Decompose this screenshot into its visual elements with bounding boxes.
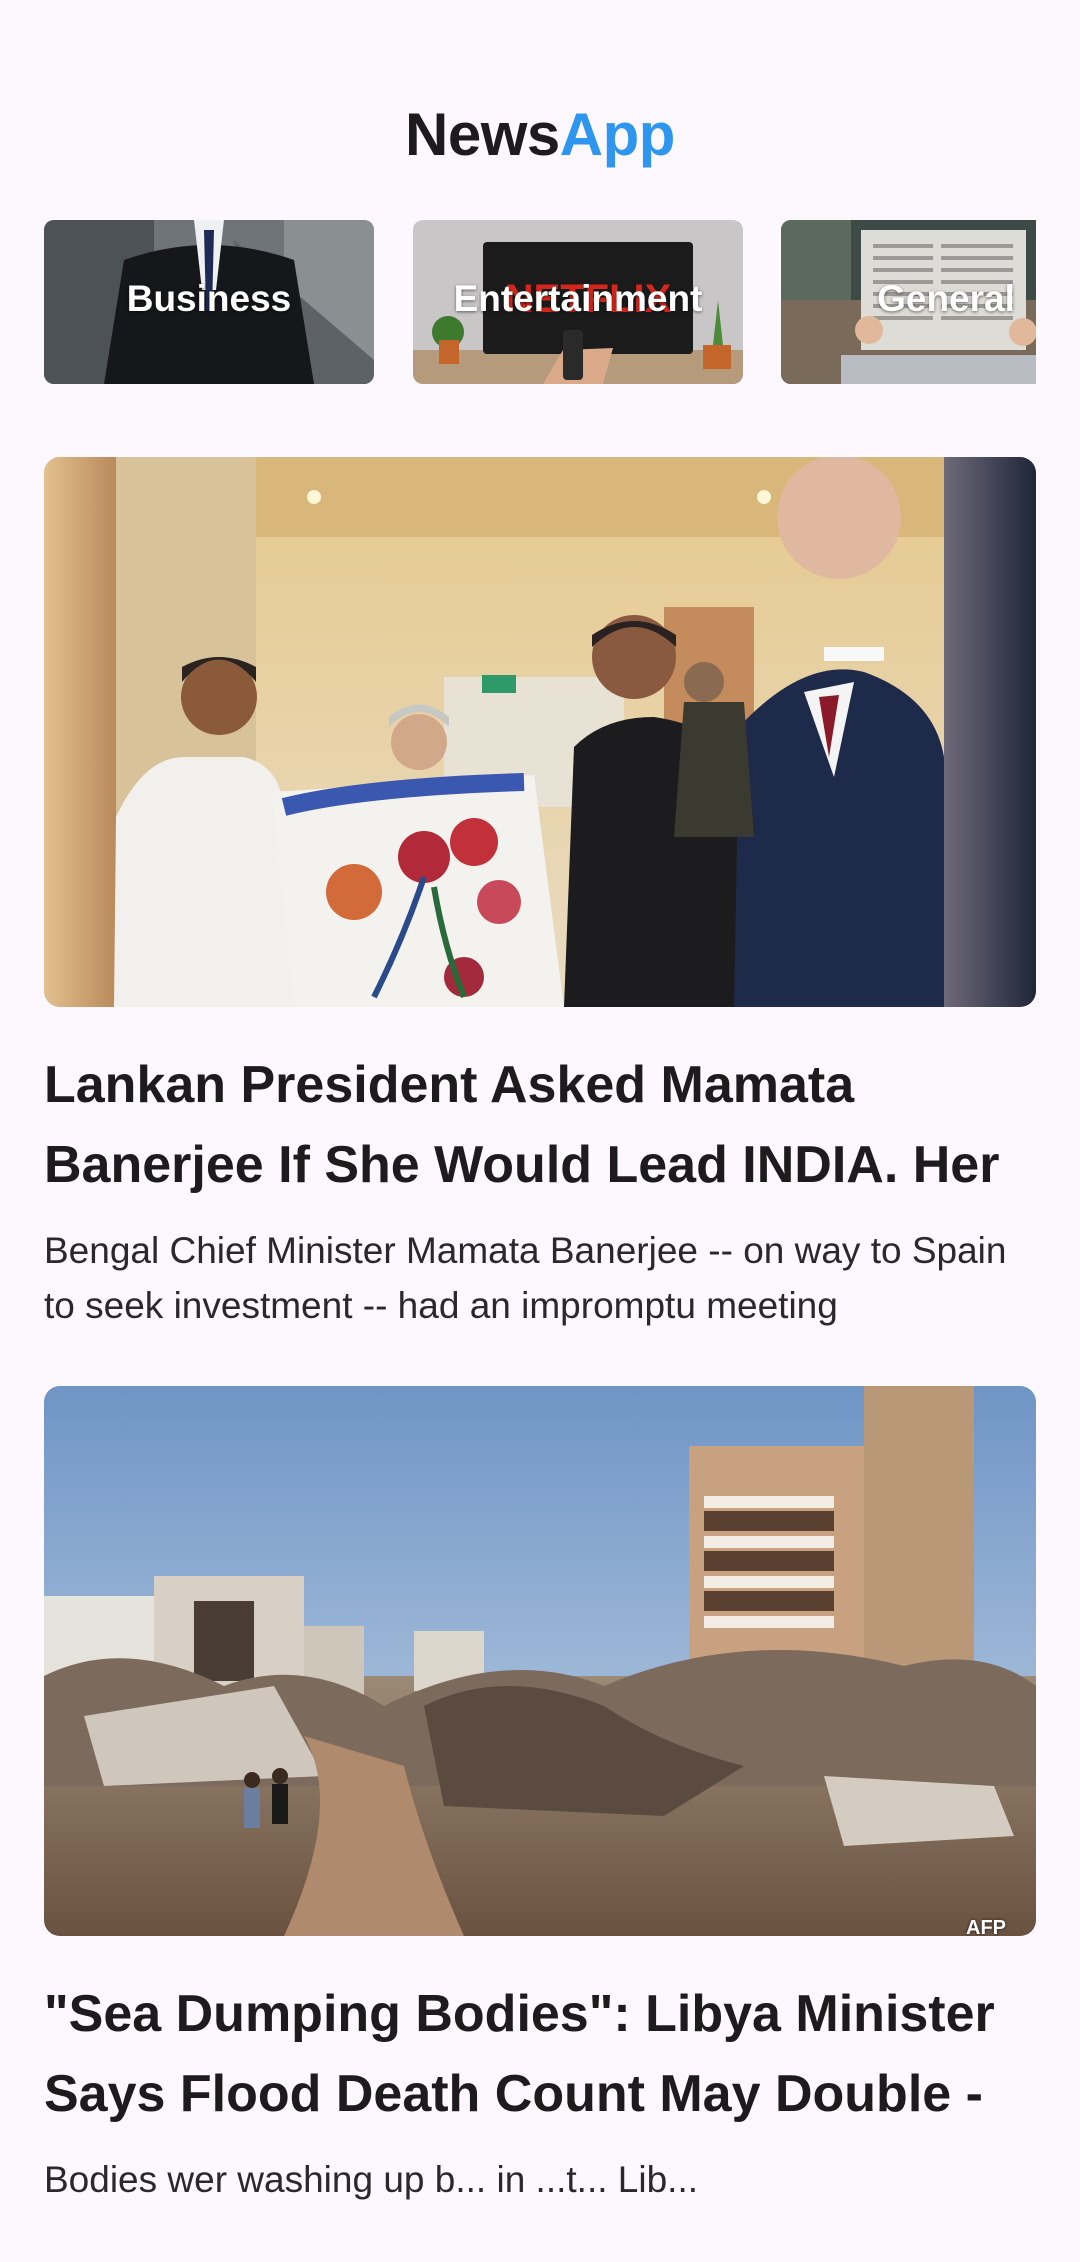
category-card-entertainment[interactable]: NETFLIX Entertainment <box>413 220 743 384</box>
app-title-app: App <box>559 101 676 168</box>
article-photo <box>44 1386 1036 1936</box>
category-label: Entertainment <box>453 278 703 319</box>
category-list: Business NETFLIX Entertainment General <box>44 220 1036 384</box>
status-bar <box>0 0 1080 64</box>
article-title[interactable]: Lankan President Asked Mamata Banerjee I… <box>44 1045 1036 1205</box>
category-card-general[interactable]: General <box>781 220 1036 384</box>
article-title[interactable]: "Sea Dumping Bodies": Libya Minister Say… <box>44 1974 1036 2134</box>
article-image[interactable]: AFP <box>44 1386 1036 1936</box>
image-credit: AFP <box>966 1917 1006 1936</box>
article-card[interactable]: AFP "Sea Dumping Bodies": Libya Minister… <box>44 1386 1036 2262</box>
app-title-news: News <box>405 101 560 168</box>
category-label: Business <box>126 278 292 319</box>
category-label: General <box>877 278 1015 319</box>
app-title: NewsApp <box>0 100 1080 169</box>
article-image[interactable] <box>44 457 1036 1007</box>
article-card[interactable]: Lankan President Asked Mamata Banerjee I… <box>44 457 1036 1333</box>
category-card-business[interactable]: Business <box>44 220 374 384</box>
article-photo <box>44 457 1036 1007</box>
article-description: Bengal Chief Minister Mamata Banerjee --… <box>44 1230 1007 1326</box>
article-description: Bodies wer washing up b... in ...t... Li… <box>44 2159 699 2200</box>
